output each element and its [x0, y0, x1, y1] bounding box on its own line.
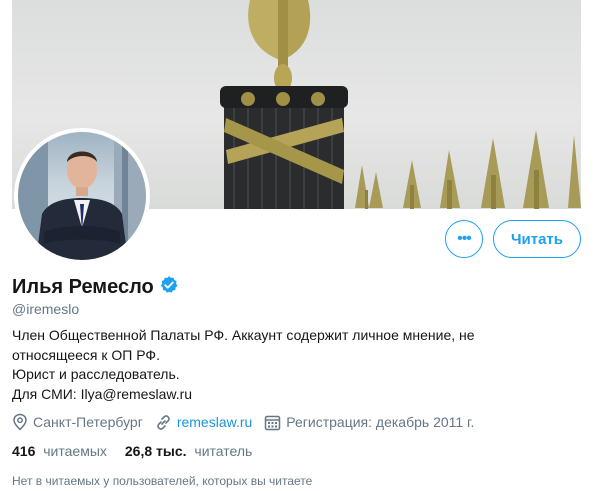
calendar-icon: [264, 414, 281, 431]
following-label: читаемых: [43, 443, 107, 459]
following-count: 416: [12, 443, 36, 459]
location-pin-icon: [12, 413, 28, 431]
bio-line: Юрист и расследователь.: [12, 366, 180, 382]
joined-item: Регистрация: декабрь 2011 г.: [264, 414, 474, 431]
follow-button[interactable]: Читать: [493, 220, 581, 258]
profile-avatar[interactable]: [14, 128, 150, 264]
profile-name-row: Илья Ремесло: [12, 275, 179, 300]
website-item: remeslaw.ru: [155, 414, 252, 431]
followers-label: читатель: [194, 443, 253, 459]
avatar-photo: [18, 132, 146, 260]
website-link[interactable]: remeslaw.ru: [177, 414, 252, 430]
bio-line: Для СМИ: Ilya@remeslaw.ru: [12, 385, 193, 402]
followers-stat[interactable]: 26,8 тыс. читатель: [125, 443, 252, 459]
profile-name: Илья Ремесло: [12, 276, 154, 298]
following-stat[interactable]: 416 читаемых: [12, 443, 107, 459]
mutual-followers-note: Нет в читаемых у пользователей, которых …: [12, 474, 313, 488]
link-icon: [155, 414, 172, 431]
profile-handle: @iremeslo: [12, 301, 80, 317]
more-options-button[interactable]: •••: [445, 220, 483, 258]
location-item: Санкт-Петербург: [12, 413, 143, 431]
joined-text: Регистрация: декабрь 2011 г.: [286, 414, 475, 430]
profile-bio: Член Общественной Палаты РФ. Аккаунт сод…: [12, 326, 475, 404]
bio-line: Член Общественной Палаты РФ. Аккаунт сод…: [12, 327, 475, 343]
bio-line: относящееся к ОП РФ.: [12, 346, 160, 363]
location-text: Санкт-Петербург: [33, 414, 143, 430]
more-dots-icon: •••: [457, 230, 472, 247]
follow-button-label: Читать: [510, 230, 564, 248]
profile-meta: Санкт-Петербург remeslaw.ru Регистрация:…: [12, 413, 486, 431]
followers-count: 26,8 тыс.: [124, 443, 187, 459]
profile-stats: 416 читаемых 26,8 тыс. читатель: [12, 443, 270, 459]
verified-badge-icon: [159, 275, 179, 300]
